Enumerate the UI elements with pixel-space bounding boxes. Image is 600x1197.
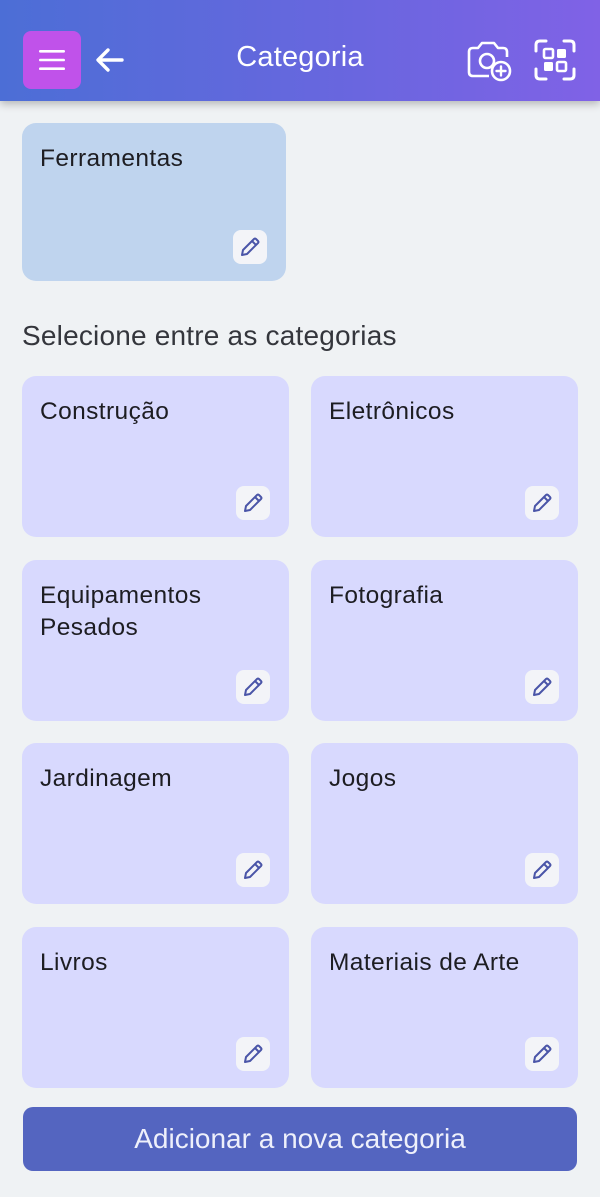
edit-category-button[interactable]	[236, 853, 270, 887]
section-heading: Selecione entre as categorias	[22, 320, 397, 351]
category-card[interactable]: Construção	[22, 376, 289, 537]
category-label: Materiais de Arte	[329, 949, 520, 976]
category-card[interactable]: Fotografia	[311, 560, 578, 721]
category-card[interactable]: Equipamentos Pesados	[22, 560, 289, 721]
top-app-bar: Categoria	[0, 0, 600, 101]
category-label: Ferramentas	[40, 145, 184, 172]
camera-add-icon[interactable]	[465, 38, 513, 82]
edit-category-button[interactable]	[525, 853, 559, 887]
category-label: Jogos	[329, 765, 397, 792]
category-label: Eletrônicos	[329, 398, 455, 425]
pencil-icon	[244, 860, 263, 879]
edit-category-button[interactable]	[525, 670, 559, 704]
category-card[interactable]: Jogos	[311, 743, 578, 904]
pencil-icon	[533, 677, 552, 696]
category-card[interactable]: Livros	[22, 927, 289, 1088]
edit-category-button[interactable]	[525, 486, 559, 520]
category-label: Fotografia	[329, 582, 444, 609]
pencil-icon	[241, 237, 260, 256]
pencil-icon	[244, 1044, 263, 1063]
pencil-icon	[244, 677, 263, 696]
qr-scan-icon[interactable]	[533, 38, 577, 82]
category-label: Equipamentos Pesados	[40, 582, 202, 641]
edit-category-button[interactable]	[236, 670, 270, 704]
add-category-button[interactable]: Adicionar a nova categoria	[23, 1107, 577, 1171]
pencil-icon	[533, 860, 552, 879]
category-label: Livros	[40, 949, 108, 976]
pencil-icon	[533, 1044, 552, 1063]
edit-category-button[interactable]	[233, 230, 267, 264]
pencil-icon	[533, 493, 552, 512]
edit-category-button[interactable]	[525, 1037, 559, 1071]
category-card[interactable]: Eletrônicos	[311, 376, 578, 537]
category-label: Construção	[40, 398, 170, 425]
edit-category-button[interactable]	[236, 1037, 270, 1071]
category-label: Jardinagem	[40, 765, 173, 792]
category-card[interactable]: Materiais de Arte	[311, 927, 578, 1088]
edit-category-button[interactable]	[236, 486, 270, 520]
selected-category-card[interactable]: Ferramentas	[22, 123, 286, 281]
pencil-icon	[244, 493, 263, 512]
category-card[interactable]: Jardinagem	[22, 743, 289, 904]
